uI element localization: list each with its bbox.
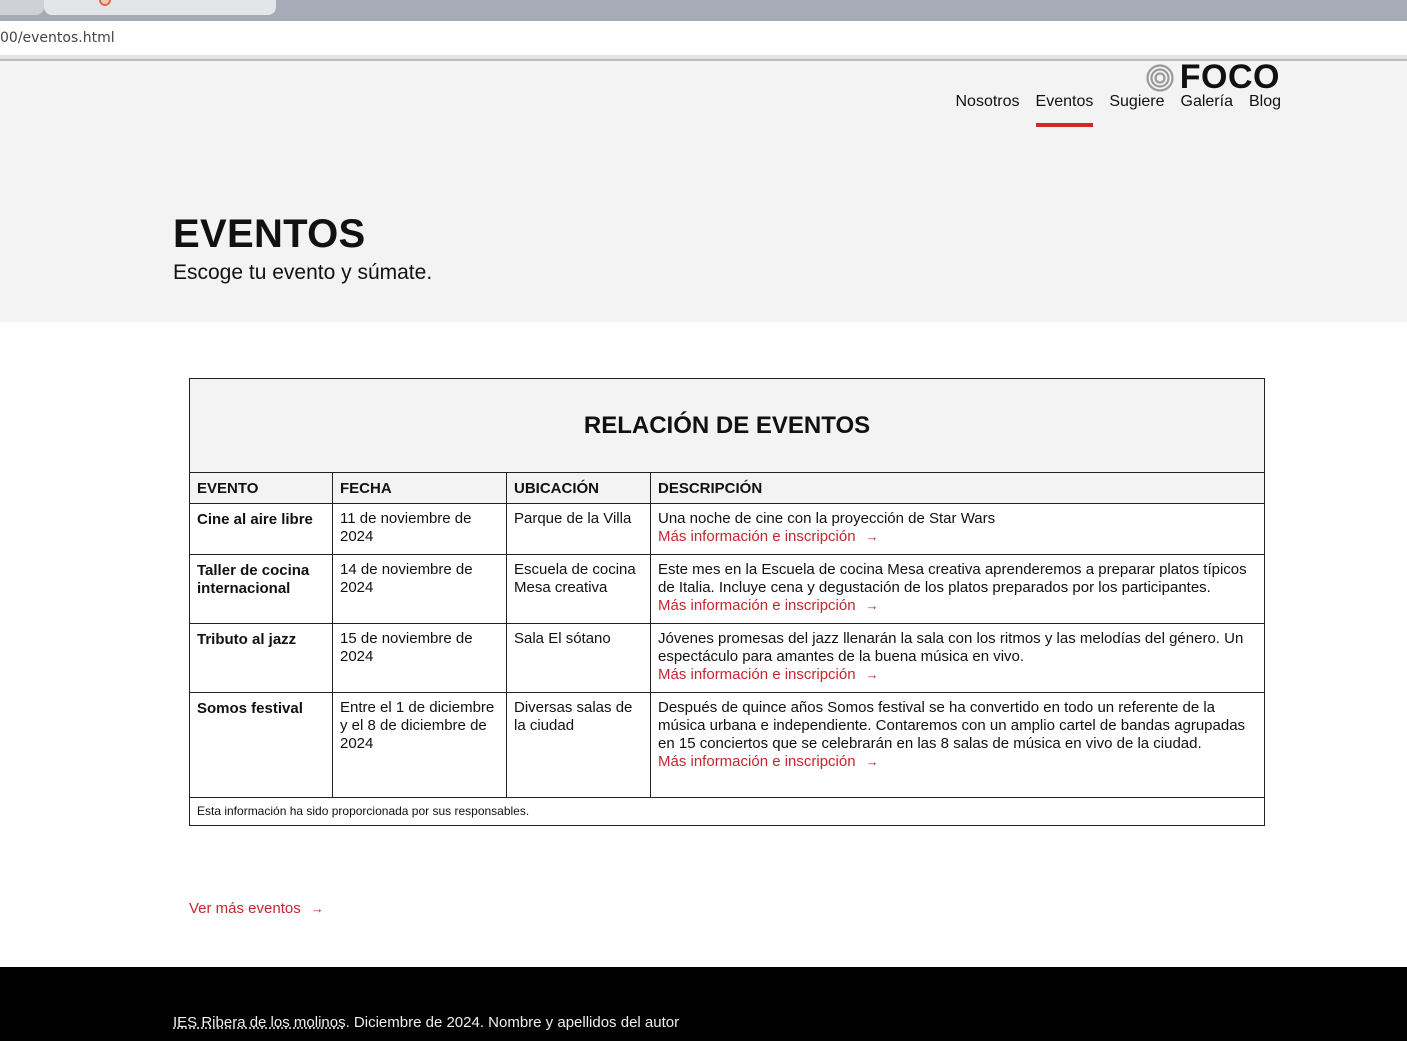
- table-header-row: EVENTO FECHA UBICACIÓN DESCRIPCIÓN: [189, 472, 1265, 504]
- cell-descripcion: Después de quince años Somos festival se…: [650, 692, 1265, 798]
- cell-ubicacion: Escuela de cocina Mesa creativa: [506, 554, 651, 624]
- nav-item-eventos[interactable]: Eventos: [1035, 93, 1093, 127]
- arrow-right-icon: →: [865, 754, 879, 769]
- description-text: Jóvenes promesas del jazz llenarán la sa…: [658, 630, 1244, 665]
- nav-item-galeria[interactable]: Galería: [1181, 93, 1233, 119]
- table-row: Cine al aire libre 11 de noviembre de 20…: [189, 503, 1265, 555]
- cell-evento: Taller de cocina internacional: [189, 554, 333, 624]
- arrow-right-icon: →: [865, 667, 879, 682]
- header-ubicacion: UBICACIÓN: [506, 472, 651, 504]
- more-info-link[interactable]: Más información e inscripción →: [658, 666, 879, 684]
- cell-descripcion: Este mes en la Escuela de cocina Mesa cr…: [650, 554, 1265, 624]
- nav-item-nosotros[interactable]: Nosotros: [956, 93, 1020, 119]
- cell-ubicacion: Sala El sótano: [506, 623, 651, 693]
- more-info-link[interactable]: Más información e inscripción →: [658, 528, 879, 546]
- cell-evento: Cine al aire libre: [189, 503, 333, 555]
- footer-text: IES Ribera de los molinos. Diciembre de …: [173, 1014, 679, 1031]
- page-subtitle: Escoge tu evento y súmate.: [173, 261, 433, 284]
- table-row: Somos festival Entre el 1 de diciembre y…: [189, 692, 1265, 798]
- logo-text: FOCO: [1179, 58, 1280, 96]
- arrow-right-icon: →: [310, 901, 324, 916]
- arrow-right-icon: →: [865, 529, 879, 544]
- cell-evento: Tributo al jazz: [189, 623, 333, 693]
- cell-fecha: 11 de noviembre de 2024: [332, 503, 507, 555]
- page-header: FOCO Nosotros Eventos Sugiere Galería Bl…: [0, 58, 1407, 322]
- cell-evento: Somos festival: [189, 692, 333, 798]
- arrow-right-icon: →: [865, 598, 879, 613]
- nav-item-sugiere[interactable]: Sugiere: [1109, 93, 1164, 119]
- header-fecha: FECHA: [332, 472, 507, 504]
- school-abbr: IES Ribera de los molinos: [173, 1014, 346, 1031]
- description-text: Después de quince años Somos festival se…: [658, 699, 1246, 752]
- nav-item-blog[interactable]: Blog: [1249, 93, 1281, 119]
- header-evento: EVENTO: [189, 472, 333, 504]
- more-info-link[interactable]: Más información e inscripción →: [658, 753, 879, 771]
- logo-rings-icon: [1146, 63, 1174, 92]
- more-info-link[interactable]: Más información e inscripción →: [658, 597, 879, 615]
- cell-ubicacion: Diversas salas de la ciudad: [506, 692, 651, 798]
- tab-favicon-icon: [99, 0, 111, 6]
- footer-rest: . Diciembre de 2024. Nombre y apellidos …: [345, 1014, 680, 1031]
- header-descripcion: DESCRIPCIÓN: [650, 472, 1265, 504]
- address-bar[interactable]: 00/eventos.html: [0, 21, 1407, 55]
- table-footnote: Esta información ha sido proporcionada p…: [189, 797, 1265, 826]
- table-row: Taller de cocina internacional 14 de nov…: [189, 554, 1265, 624]
- table-caption: RELACIÓN DE EVENTOS: [189, 378, 1265, 473]
- page-title: EVENTOS: [173, 212, 366, 256]
- browser-tab-previous[interactable]: [0, 0, 44, 15]
- site-logo[interactable]: FOCO: [1146, 58, 1280, 97]
- cell-descripcion: Una noche de cine con la proyección de S…: [650, 503, 1265, 555]
- table-row: Tributo al jazz 15 de noviembre de 2024 …: [189, 623, 1265, 693]
- cell-fecha: 15 de noviembre de 2024: [332, 623, 507, 693]
- description-text: Este mes en la Escuela de cocina Mesa cr…: [658, 561, 1247, 596]
- browser-tabbar: [0, 0, 1407, 21]
- cell-ubicacion: Parque de la Villa: [506, 503, 651, 555]
- events-table: RELACIÓN DE EVENTOS EVENTO FECHA UBICACI…: [189, 378, 1265, 826]
- cell-fecha: 14 de noviembre de 2024: [332, 554, 507, 624]
- description-text: Una noche de cine con la proyección de S…: [658, 510, 996, 527]
- url-text[interactable]: 00/eventos.html: [0, 30, 115, 46]
- page-footer: IES Ribera de los molinos. Diciembre de …: [0, 967, 1407, 1041]
- cell-descripcion: Jóvenes promesas del jazz llenarán la sa…: [650, 623, 1265, 693]
- browser-tab-active[interactable]: [44, 0, 276, 15]
- more-events-link[interactable]: Ver más eventos →: [189, 900, 324, 917]
- cell-fecha: Entre el 1 de diciembre y el 8 de diciem…: [332, 692, 507, 798]
- main-nav: Nosotros Eventos Sugiere Galería Blog: [956, 93, 1281, 127]
